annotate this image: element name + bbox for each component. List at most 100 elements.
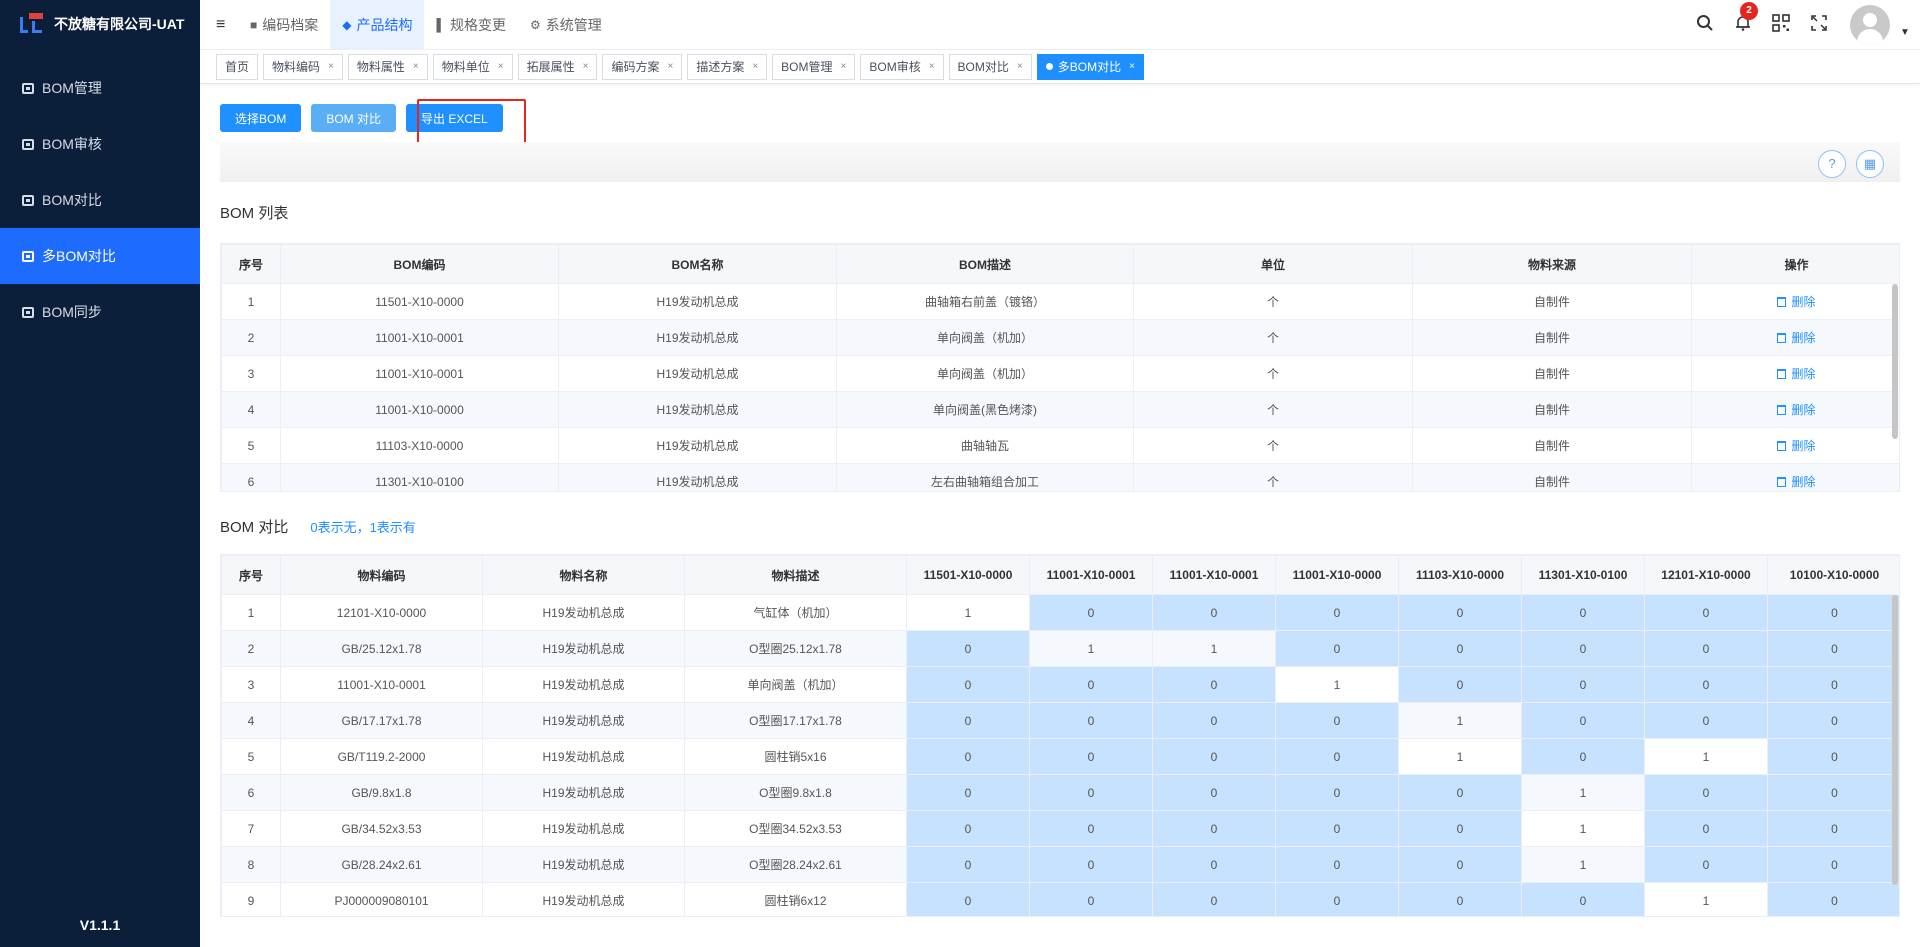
sidebar-menu: BOM管理 BOM审核 BOM对比 多BOM对比 BOM同步	[0, 60, 200, 340]
compare-cell: 0	[1644, 810, 1768, 847]
table-cell: GB/25.12x1.78	[280, 630, 483, 667]
delete-label: 删除	[1791, 439, 1816, 453]
close-icon[interactable]: ×	[583, 55, 589, 79]
topnav-item-1[interactable]: ◆ 产品结构	[330, 0, 425, 50]
columns-icon[interactable]: ▦	[1856, 150, 1884, 178]
tag-8[interactable]: BOM审核 ×	[860, 53, 944, 80]
table-cell: H19发动机总成	[482, 738, 685, 775]
table-cell: 圆柱销6x12	[684, 882, 907, 916]
compare-cell: 0	[906, 702, 1030, 739]
compare-cell: 0	[1398, 810, 1522, 847]
bom-list-scrollbar[interactable]	[1892, 284, 1898, 439]
compare-cell: 0	[1767, 594, 1899, 631]
column-header: 11501-X10-0000	[906, 555, 1030, 595]
close-icon[interactable]: ×	[841, 55, 847, 79]
collapse-sidebar-icon[interactable]: ≡	[200, 16, 238, 34]
bom-compare-title: BOM 对比 0表示无，1表示有	[220, 516, 416, 537]
close-icon[interactable]: ×	[413, 55, 419, 79]
app-logo[interactable]: 不放糖有限公司-UAT	[0, 0, 200, 48]
column-header: 物料名称	[482, 555, 685, 595]
table-cell: H19发动机总成	[558, 391, 837, 428]
compare-cell: 0	[1152, 774, 1276, 811]
sidebar-item-2[interactable]: BOM对比	[0, 172, 200, 228]
trash-icon	[1777, 369, 1787, 379]
sidebar-item-3[interactable]: 多BOM对比	[0, 228, 200, 284]
table-cell: H19发动机总成	[482, 630, 685, 667]
delete-action[interactable]: 删除	[1691, 391, 1899, 428]
tag-5[interactable]: 编码方案 ×	[602, 53, 683, 80]
table-cell: 9	[221, 882, 281, 916]
compare-cell: 0	[1152, 666, 1276, 703]
help-icon[interactable]: ?	[1818, 150, 1846, 178]
compare-cell: 1	[1644, 882, 1768, 916]
tag-4[interactable]: 拓展属性 ×	[517, 53, 598, 80]
compare-cell: 0	[1521, 594, 1645, 631]
column-header: 11103-X10-0000	[1398, 555, 1522, 595]
bom-compare-scrollbar[interactable]	[1892, 595, 1898, 885]
user-avatar[interactable]	[1850, 5, 1890, 45]
folder-icon	[22, 250, 34, 262]
table-row: 4 GB/17.17x1.78 H19发动机总成 O型圈17.17x1.78 0 0 0 0 1…	[221, 702, 1899, 739]
delete-action[interactable]: 删除	[1691, 463, 1899, 491]
sidebar-item-4[interactable]: BOM同步	[0, 284, 200, 340]
table-cell: 单向阀盖（机加）	[836, 319, 1134, 356]
gear-icon: ⚙	[530, 17, 541, 32]
table-cell: 圆柱销5x16	[684, 738, 907, 775]
tag-label: BOM对比	[957, 59, 1009, 74]
tag-9[interactable]: BOM对比 ×	[948, 53, 1032, 80]
delete-action[interactable]: 删除	[1691, 427, 1899, 464]
column-header: BOM编码	[280, 244, 559, 284]
search-icon[interactable]	[1686, 14, 1724, 37]
qrcode-icon[interactable]	[1762, 13, 1800, 37]
compare-bom-button[interactable]: BOM 对比	[311, 104, 397, 132]
delete-action[interactable]: 删除	[1691, 319, 1899, 356]
tag-label: 编码方案	[611, 59, 660, 74]
tag-2[interactable]: 物料属性 ×	[347, 53, 428, 80]
close-icon[interactable]: ×	[1129, 55, 1135, 79]
tag-label: 多BOM对比	[1057, 59, 1122, 74]
table-cell: O型圈25.12x1.78	[684, 630, 907, 667]
compare-cell: 0	[1767, 882, 1899, 916]
close-icon[interactable]: ×	[498, 55, 504, 79]
table-cell: GB/17.17x1.78	[280, 702, 483, 739]
tag-6[interactable]: 描述方案 ×	[687, 53, 768, 80]
delete-label: 删除	[1791, 295, 1816, 309]
close-icon[interactable]: ×	[929, 55, 935, 79]
close-icon[interactable]: ×	[667, 55, 673, 79]
fullscreen-icon[interactable]	[1800, 14, 1838, 37]
app-title: 不放糖有限公司-UAT	[54, 16, 185, 32]
tag-10[interactable]: 多BOM对比 ×	[1036, 53, 1144, 80]
compare-cell: 0	[1398, 594, 1522, 631]
user-menu-caret-icon[interactable]: ▼	[1890, 13, 1920, 38]
table-cell: H19发动机总成	[558, 463, 837, 491]
close-icon[interactable]: ×	[752, 55, 758, 79]
tag-7[interactable]: BOM管理 ×	[772, 53, 856, 80]
table-cell: 3	[221, 355, 281, 392]
table-cell: 4	[221, 391, 281, 428]
compare-cell: 0	[1275, 702, 1399, 739]
delete-action[interactable]: 删除	[1691, 283, 1899, 320]
tag-0[interactable]: 首页	[216, 53, 259, 80]
compare-cell: 0	[1398, 882, 1522, 916]
column-header: BOM描述	[836, 244, 1134, 284]
compare-cell: 0	[1398, 630, 1522, 667]
compare-cell: 0	[1152, 702, 1276, 739]
close-icon[interactable]: ×	[1017, 55, 1023, 79]
compare-cell: 0	[906, 846, 1030, 883]
tag-1[interactable]: 物料编码 ×	[263, 53, 343, 80]
tag-3[interactable]: 物料单位 ×	[432, 53, 513, 80]
trash-icon	[1777, 441, 1787, 451]
table-row: 3 11001-X10-0001 H19发动机总成 单向阀盖（机加） 0 0 0 1 0 0 0 0	[221, 666, 1899, 703]
close-icon[interactable]: ×	[328, 55, 334, 79]
bell-icon[interactable]: 2	[1724, 1, 1762, 37]
topnav-item-2[interactable]: ▌ 规格变更	[424, 0, 518, 50]
sidebar-item-0[interactable]: BOM管理	[0, 60, 200, 116]
delete-action[interactable]: 删除	[1691, 355, 1899, 392]
table-cell: 2	[221, 630, 281, 667]
bom-list-title: BOM 列表	[220, 202, 288, 223]
tag-label: 描述方案	[696, 59, 745, 74]
topnav-item-0[interactable]: ■ 编码档案	[238, 0, 330, 50]
topnav-item-3[interactable]: ⚙ 系统管理	[518, 0, 614, 50]
select-bom-button[interactable]: 选择BOM	[220, 104, 302, 132]
sidebar-item-1[interactable]: BOM审核	[0, 116, 200, 172]
